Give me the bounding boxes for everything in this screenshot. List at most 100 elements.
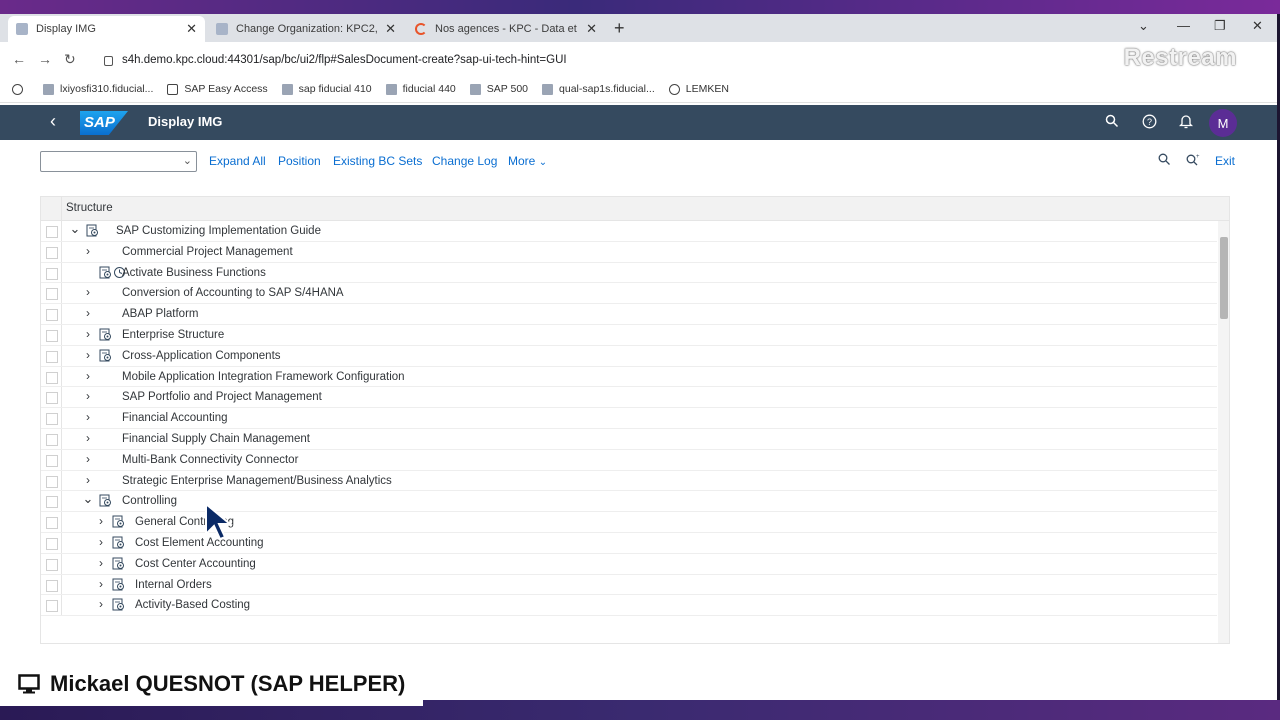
scrollbar-thumb[interactable]	[1220, 237, 1228, 319]
close-icon[interactable]: ✕	[586, 21, 597, 37]
minimize-icon[interactable]: —	[1177, 18, 1190, 33]
img-activity-icon[interactable]	[99, 266, 112, 279]
bookmark-sap-500[interactable]: SAP 500	[469, 83, 528, 95]
window-close-icon[interactable]: ✕	[1252, 18, 1263, 34]
back-arrow-icon[interactable]: ←	[12, 51, 26, 67]
row-select-checkbox[interactable]	[41, 304, 62, 324]
structure-select[interactable]: ⌄	[40, 151, 197, 172]
chevron-right-icon[interactable]: ›	[82, 431, 94, 445]
search-icon[interactable]	[1105, 114, 1119, 131]
tree-row[interactable]: › Conversion of Accounting to SAP S/4HANA	[41, 283, 1217, 305]
tab-nos-agences[interactable]: Nos agences - KPC - Data et Di... ✕	[407, 16, 605, 42]
find-icon[interactable]	[1158, 153, 1171, 169]
img-activity-icon[interactable]	[86, 224, 99, 237]
expand-all-button[interactable]: Expand All	[209, 154, 266, 168]
bookmark-apps[interactable]	[12, 83, 29, 95]
chevron-right-icon[interactable]: ›	[82, 473, 94, 487]
chevron-right-icon[interactable]: ›	[95, 556, 107, 570]
chevron-right-icon[interactable]: ›	[95, 597, 107, 611]
chevron-right-icon[interactable]: ›	[82, 452, 94, 466]
chevron-right-icon[interactable]: ›	[95, 577, 107, 591]
find-next-icon[interactable]: +	[1186, 153, 1200, 169]
vertical-scrollbar[interactable]	[1218, 221, 1229, 643]
tree-row[interactable]: › ABAP Platform	[41, 304, 1217, 325]
img-activity-icon[interactable]	[112, 578, 125, 591]
tree-row[interactable]: › Multi-Bank Connectivity Connector	[41, 449, 1217, 471]
row-select-checkbox[interactable]	[41, 532, 62, 553]
sap-logo[interactable]: SAP	[80, 111, 128, 135]
img-activity-icon[interactable]	[112, 598, 125, 611]
tree-row[interactable]: › Strategic Enterprise Management/Busines…	[41, 470, 1217, 492]
close-icon[interactable]: ✕	[385, 21, 396, 37]
select-all-cell[interactable]	[41, 197, 62, 221]
chevron-right-icon[interactable]: ›	[95, 514, 107, 528]
tree-row[interactable]: › Internal Orders	[41, 574, 1217, 596]
tree-row[interactable]: › Cost Center Accounting	[41, 553, 1217, 575]
img-activity-icon[interactable]	[99, 494, 112, 507]
chevron-right-icon[interactable]: ›	[82, 410, 94, 424]
position-button[interactable]: Position	[278, 154, 321, 168]
row-select-checkbox[interactable]	[41, 491, 62, 512]
img-activity-icon[interactable]	[99, 328, 112, 341]
row-select-checkbox[interactable]	[41, 345, 62, 366]
chevron-right-icon[interactable]: ›	[82, 327, 94, 341]
tab-search-chevron-icon[interactable]: ⌄	[1138, 18, 1149, 34]
row-select-checkbox[interactable]	[41, 283, 62, 304]
tree-row[interactable]: › Mobile Application Integration Framewor…	[41, 366, 1217, 388]
row-select-checkbox[interactable]	[41, 470, 62, 491]
url-field[interactable]: s4h.demo.kpc.cloud:44301/sap/bc/ui2/flp#…	[100, 48, 1250, 72]
bookmark-qual-sap1s[interactable]: qual-sap1s.fiducial...	[542, 83, 655, 95]
change-log-button[interactable]: Change Log	[432, 154, 497, 168]
img-activity-icon[interactable]	[112, 515, 125, 528]
tree-row[interactable]: › Financial Supply Chain Management	[41, 428, 1217, 450]
img-activity-icon[interactable]	[99, 349, 112, 362]
img-activity-icon[interactable]	[112, 536, 125, 549]
help-icon[interactable]: ?	[1142, 114, 1157, 132]
bell-icon[interactable]	[1178, 114, 1194, 132]
bookmark-fiducial-440[interactable]: fiducial 440	[385, 83, 456, 95]
tree-row[interactable]: › Activity-Based Costing	[41, 595, 1217, 617]
bookmark-sap-easy-access[interactable]: SAP Easy Access	[167, 83, 268, 95]
tab-display-img[interactable]: Display IMG ✕	[8, 16, 205, 42]
forward-arrow-icon[interactable]: →	[38, 51, 52, 67]
img-activity-icon[interactable]	[112, 557, 125, 570]
tree-row[interactable]: ⌄ SAP Customizing Implementation Guide	[41, 221, 1217, 242]
row-select-checkbox[interactable]	[41, 553, 62, 574]
chevron-right-icon[interactable]: ›	[95, 535, 107, 549]
tree-row[interactable]: › SAP Portfolio and Project Management	[41, 387, 1217, 409]
row-select-checkbox[interactable]	[41, 241, 62, 262]
chevron-down-icon[interactable]: ⌄	[69, 221, 81, 237]
tree-row[interactable]: › Enterprise Structure	[41, 324, 1217, 346]
row-select-checkbox[interactable]	[41, 366, 62, 387]
chevron-right-icon[interactable]: ›	[82, 348, 94, 362]
tab-change-organization[interactable]: Change Organization: KPC2, ne... ✕	[208, 16, 404, 42]
chevron-right-icon[interactable]: ›	[82, 285, 94, 299]
chevron-right-icon[interactable]: ›	[82, 306, 94, 320]
tree-row[interactable]: Activate Business Functions	[41, 262, 1217, 284]
row-select-checkbox[interactable]	[41, 262, 62, 283]
chevron-down-icon[interactable]: ⌄	[82, 491, 94, 507]
chevron-right-icon[interactable]: ›	[82, 369, 94, 383]
row-select-checkbox[interactable]	[41, 221, 62, 241]
avatar[interactable]: M	[1209, 109, 1237, 137]
chevron-right-icon[interactable]: ›	[82, 244, 94, 258]
bookmark-lxiyosfi310[interactable]: lxiyosfi310.fiducial...	[43, 83, 153, 95]
more-button[interactable]: More ⌄	[508, 154, 547, 168]
row-select-checkbox[interactable]	[41, 408, 62, 428]
tree-row[interactable]: › Financial Accounting	[41, 408, 1217, 429]
reload-icon[interactable]: ↻	[64, 51, 76, 68]
existing-bc-sets-button[interactable]: Existing BC Sets	[333, 154, 422, 168]
row-select-checkbox[interactable]	[41, 324, 62, 345]
row-select-checkbox[interactable]	[41, 428, 62, 449]
row-select-checkbox[interactable]	[41, 387, 62, 408]
bookmark-lemken[interactable]: LEMKEN	[668, 83, 729, 95]
chevron-right-icon[interactable]: ›	[82, 389, 94, 403]
bookmark-sap-fiducial-410[interactable]: sap fiducial 410	[281, 83, 372, 95]
tree-row[interactable]: › Commercial Project Management	[41, 241, 1217, 263]
new-tab-plus-icon[interactable]: +	[614, 18, 625, 39]
row-select-checkbox[interactable]	[41, 449, 62, 470]
close-icon[interactable]: ✕	[186, 21, 197, 37]
exit-button[interactable]: Exit	[1215, 154, 1235, 168]
back-chevron-icon[interactable]: ‹	[50, 111, 56, 132]
row-select-checkbox[interactable]	[41, 574, 62, 595]
